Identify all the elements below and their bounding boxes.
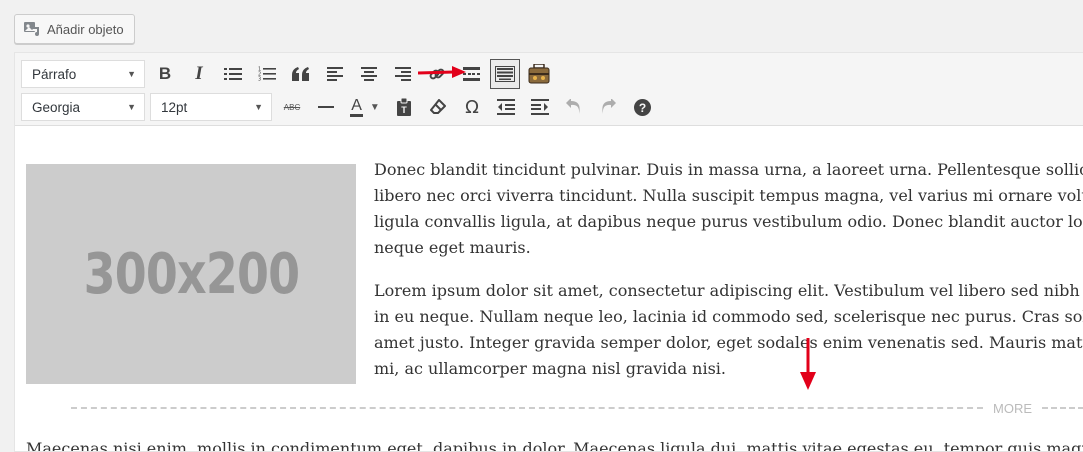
- toolbar-row-1: Párrafo ▼ B I 1 2 3: [21, 59, 1083, 89]
- svg-text:?: ?: [638, 101, 645, 115]
- paragraph-1: Donec blandit tincidunt pulvinar. Duis i…: [374, 157, 1083, 261]
- special-character-button[interactable]: Ω: [457, 92, 487, 122]
- align-left-button[interactable]: [320, 59, 350, 89]
- horizontal-line-button[interactable]: [311, 92, 341, 122]
- keyboard-icon: [495, 66, 515, 82]
- strikethrough-icon: ABC: [283, 102, 301, 112]
- align-right-icon: [395, 67, 411, 81]
- help-button[interactable]: ?: [627, 92, 657, 122]
- indent-button[interactable]: [525, 92, 555, 122]
- align-center-button[interactable]: [354, 59, 384, 89]
- paragraph-2: Lorem ipsum dolor sit amet, consectetur …: [374, 278, 1083, 382]
- clear-formatting-button[interactable]: [423, 92, 453, 122]
- insert-more-tag-button[interactable]: [456, 59, 486, 89]
- chevron-down-icon: ▼: [369, 101, 380, 113]
- editor-toolbar: Párrafo ▼ B I 1 2 3 Georgia ▼ 12pt ▼ ABC…: [15, 53, 1083, 126]
- align-left-icon: [327, 67, 343, 81]
- horizontal-line-icon: [318, 106, 334, 108]
- eraser-icon: [430, 99, 446, 114]
- blockquote-button[interactable]: [286, 59, 316, 89]
- numbered-list-button[interactable]: 1 2 3: [252, 59, 282, 89]
- paragraph-line: Donec blandit tincidunt pulvinar. Duis i…: [374, 160, 1083, 179]
- align-center-icon: [361, 67, 377, 81]
- paragraph-line: Lorem ipsum dolor sit amet, consectetur …: [374, 281, 1083, 300]
- editor-content[interactable]: 300x200 Donec blandit tincidunt pulvinar…: [15, 126, 1083, 451]
- editor: Párrafo ▼ B I 1 2 3 Georgia ▼ 12pt ▼ ABC…: [14, 52, 1083, 452]
- indent-icon: [531, 99, 549, 115]
- more-tag-label: MORE: [993, 400, 1032, 416]
- add-media-label: Añadir objeto: [47, 21, 124, 37]
- chevron-down-icon: ▼: [127, 102, 136, 112]
- more-divider-line: [71, 407, 983, 409]
- clipboard-icon: T: [397, 98, 411, 116]
- paragraph-line: amet justo. Integer gravida semper dolor…: [374, 333, 1083, 352]
- italic-icon: I: [195, 63, 203, 84]
- italic-button[interactable]: I: [184, 59, 214, 89]
- font-family-value: Georgia: [32, 99, 81, 115]
- read-more-icon: [462, 67, 480, 81]
- outdent-icon: [497, 99, 515, 115]
- svg-text:3: 3: [258, 77, 261, 83]
- outdent-button[interactable]: [491, 92, 521, 122]
- undo-button[interactable]: [559, 92, 589, 122]
- bullet-list-button[interactable]: [218, 59, 248, 89]
- omega-icon: Ω: [465, 96, 479, 118]
- bold-button[interactable]: B: [150, 59, 180, 89]
- placeholder-image: 300x200: [26, 164, 356, 384]
- more-divider-line: [1042, 407, 1083, 409]
- text-color-button[interactable]: A ▼: [345, 92, 385, 122]
- more-tag-divider: MORE: [71, 401, 1083, 416]
- paragraph-line: in eu neque. Nullam neque leo, lacinia i…: [374, 307, 1083, 326]
- paste-as-text-button[interactable]: T: [389, 92, 419, 122]
- paragraph-line: ligula convallis ligula, at dapibus nequ…: [374, 212, 1083, 231]
- paragraph-line: libero nec orci viverra tincidunt. Nulla…: [374, 186, 1083, 205]
- toolbar-toggle-button[interactable]: [490, 59, 520, 89]
- insert-link-button[interactable]: [422, 59, 452, 89]
- bold-icon: B: [158, 64, 172, 83]
- chevron-down-icon: ▼: [254, 102, 263, 112]
- link-icon: [429, 68, 445, 80]
- plugin-button[interactable]: [524, 59, 554, 89]
- undo-icon: [566, 99, 580, 114]
- font-size-value: 12pt: [161, 99, 188, 115]
- bullet-list-icon: [224, 68, 242, 80]
- svg-text:T: T: [401, 105, 407, 115]
- format-select[interactable]: Párrafo ▼: [21, 60, 145, 88]
- numbered-list-icon: 1 2 3: [258, 67, 276, 83]
- chevron-down-icon: ▼: [127, 69, 136, 79]
- font-family-select[interactable]: Georgia ▼: [21, 93, 145, 121]
- redo-button[interactable]: [593, 92, 623, 122]
- toolbar-row-2: Georgia ▼ 12pt ▼ ABC A ▼ T Ω ?: [21, 92, 1083, 122]
- text-color-icon: A: [350, 97, 363, 117]
- toolbox-icon: [528, 64, 550, 84]
- align-right-button[interactable]: [388, 59, 418, 89]
- strikethrough-button[interactable]: ABC: [277, 92, 307, 122]
- add-media-button[interactable]: Añadir objeto: [14, 14, 135, 44]
- blockquote-icon: [292, 67, 309, 81]
- paragraph-line: neque eget mauris.: [374, 238, 531, 257]
- format-select-value: Párrafo: [32, 66, 77, 82]
- add-media-icon: [23, 21, 41, 37]
- help-icon: ?: [633, 98, 651, 116]
- placeholder-image-label: 300x200: [83, 241, 299, 307]
- redo-icon: [602, 99, 616, 114]
- paragraph-line: mi, ac ullamcorper magna nisl gravida ni…: [374, 359, 726, 378]
- font-size-select[interactable]: 12pt ▼: [150, 93, 272, 121]
